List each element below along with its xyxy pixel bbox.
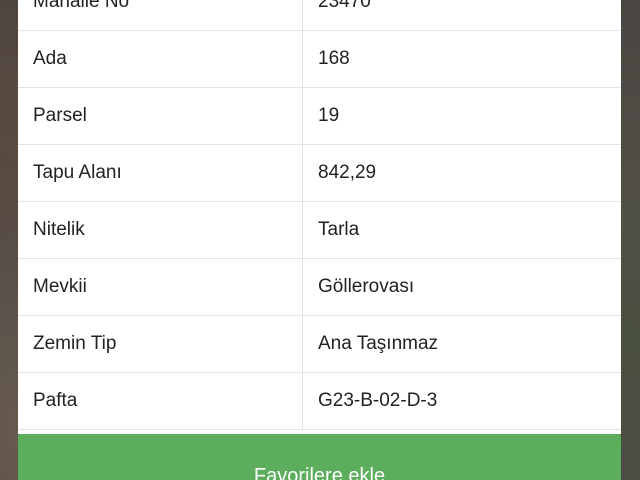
row-label-pafta: Pafta	[18, 372, 303, 430]
row-value-mevkii: Göllerovası	[302, 258, 621, 316]
table-row: Tapu Alanı 842,29	[18, 144, 621, 202]
row-value-mahalle-no: 23470	[302, 0, 621, 31]
add-to-favorites-button[interactable]: Favorilere ekle	[18, 434, 621, 480]
row-label-tapu-alani: Tapu Alanı	[18, 144, 303, 202]
row-label-ada: Ada	[18, 30, 303, 88]
row-value-zemin-tip: Ana Taşınmaz	[302, 315, 621, 373]
row-label-nitelik: Nitelik	[18, 201, 303, 259]
table-row: Zemin Tip Ana Taşınmaz	[18, 315, 621, 373]
parcel-info-panel: Mahalle No 23470 Ada 168 Parsel 19 Tapu …	[18, 0, 621, 434]
row-value-parsel: 19	[302, 87, 621, 145]
table-row: Ada 168	[18, 30, 621, 88]
row-label-zemin-tip: Zemin Tip	[18, 315, 303, 373]
parcel-info-table: Mahalle No 23470 Ada 168 Parsel 19 Tapu …	[18, 0, 621, 430]
row-value-nitelik: Tarla	[302, 201, 621, 259]
table-row: Mahalle No 23470	[18, 0, 621, 31]
row-label-mevkii: Mevkii	[18, 258, 303, 316]
row-value-pafta: G23-B-02-D-3	[302, 372, 621, 430]
table-row: Parsel 19	[18, 87, 621, 145]
table-row: Mevkii Göllerovası	[18, 258, 621, 316]
row-value-tapu-alani: 842,29	[302, 144, 621, 202]
row-label-parsel: Parsel	[18, 87, 303, 145]
table-row: Pafta G23-B-02-D-3	[18, 372, 621, 430]
row-value-ada: 168	[302, 30, 621, 88]
row-label-mahalle-no: Mahalle No	[18, 0, 303, 31]
table-row: Nitelik Tarla	[18, 201, 621, 259]
